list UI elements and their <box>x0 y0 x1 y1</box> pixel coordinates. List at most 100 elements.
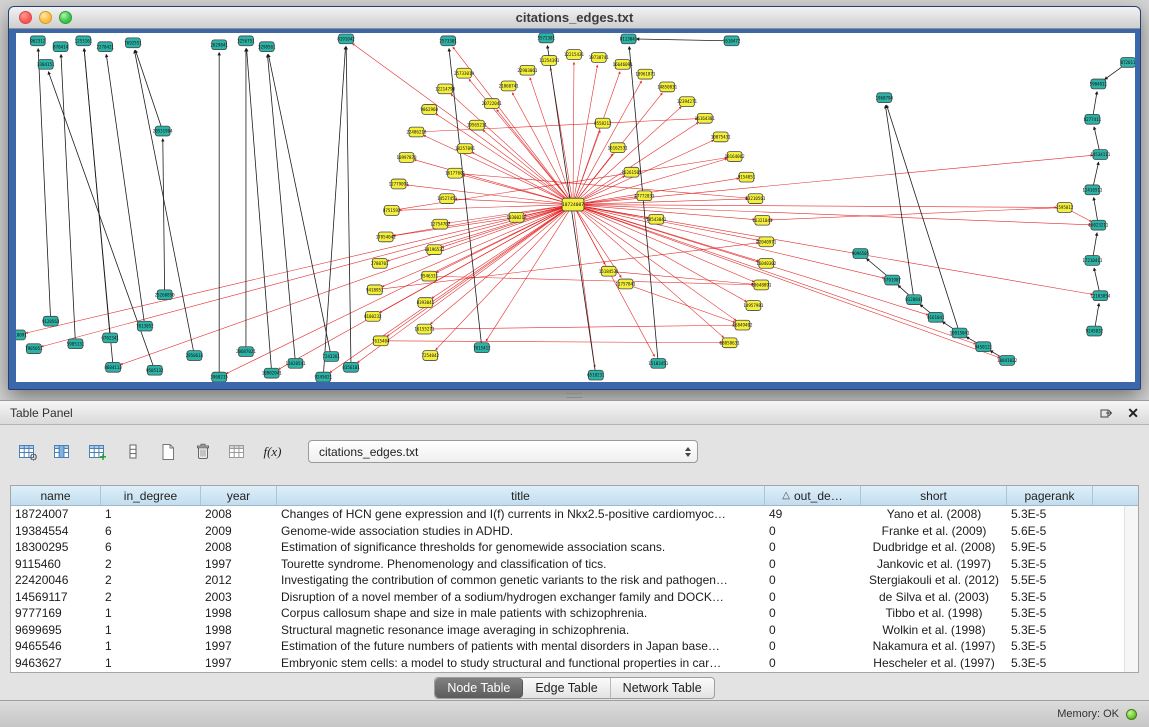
graph-edge[interactable] <box>226 205 573 374</box>
table-row[interactable]: 1830029562008Estimation of significance … <box>11 539 1138 556</box>
table-mode-icon[interactable]: ⚙ <box>14 439 41 464</box>
window-titlebar[interactable]: citations_edges.txt <box>9 7 1140 29</box>
graph-node-label: 17210411 <box>1082 258 1102 263</box>
graph-edge[interactable] <box>573 205 758 241</box>
graph-node-label: 14534111 <box>1090 152 1110 157</box>
table-cell: Franke et al. (2009) <box>861 524 1007 538</box>
graph-edge[interactable] <box>885 105 914 299</box>
graph-edge[interactable] <box>387 205 573 337</box>
graph-edge[interactable] <box>486 205 573 341</box>
table-row[interactable]: 969969511998Structural magnetic resonanc… <box>11 622 1138 639</box>
graph-edge[interactable] <box>636 39 731 41</box>
graph-node-label: 9120563 <box>42 319 60 324</box>
graph-edge[interactable] <box>346 47 351 368</box>
graph-edge[interactable] <box>626 284 735 323</box>
tab-network-table[interactable]: Network Table <box>611 678 714 698</box>
graph-edge[interactable] <box>455 173 747 198</box>
table-cell: 9463627 <box>11 656 101 670</box>
graph-edge[interactable] <box>394 205 574 236</box>
graph-edge[interactable] <box>573 205 976 345</box>
graph-edge[interactable] <box>394 217 517 235</box>
graph-edge[interactable] <box>323 47 345 377</box>
graph-node-label: 9862960 <box>421 107 439 112</box>
graph-edge[interactable] <box>469 79 573 204</box>
table-row[interactable]: 2242004622012Investigating the contribut… <box>11 572 1138 589</box>
graph-edge[interactable] <box>61 55 75 344</box>
graph-edge[interactable] <box>279 205 573 370</box>
graph-edge[interactable] <box>121 205 573 365</box>
graph-edge[interactable] <box>38 49 51 322</box>
table-cell: Hescheler et al. (1997) <box>861 656 1007 670</box>
graph-edge[interactable] <box>573 205 884 279</box>
network-graph[interactable]: 1872400776154048100232941895127807011785… <box>16 33 1135 382</box>
graph-edge[interactable] <box>573 205 928 315</box>
graph-edge[interactable] <box>573 205 595 368</box>
graph-edge[interactable] <box>573 199 747 205</box>
graph-edge[interactable] <box>573 154 613 205</box>
graph-edge[interactable] <box>267 55 295 364</box>
row-options-icon[interactable] <box>119 439 146 464</box>
graph-edge[interactable] <box>106 54 145 326</box>
column-header-title[interactable]: title <box>277 486 765 505</box>
network-canvas[interactable]: 1872400776154048100232941895127807011785… <box>16 33 1135 382</box>
graph-node-label: 7905051 <box>25 346 43 351</box>
panel-splitter[interactable] <box>0 390 1149 400</box>
graph-edge[interactable] <box>442 205 573 248</box>
column-header-out-de-[interactable]: △out_de… <box>765 486 861 505</box>
graph-node-label: 18257891 <box>455 146 475 151</box>
table-row[interactable]: 1938455462009Genome-wide association stu… <box>11 523 1138 540</box>
graph-edge[interactable] <box>573 205 724 338</box>
graph-node-label: 7615412 <box>473 345 491 350</box>
table-cell: 18724007 <box>11 507 101 521</box>
graph-edge[interactable] <box>135 50 162 131</box>
graph-edge[interactable] <box>381 341 722 343</box>
table-tabs-row: Node TableEdge TableNetwork Table <box>0 677 1149 699</box>
table-row[interactable]: 1456911722003Disruption of a novel membe… <box>11 589 1138 606</box>
create-column-icon[interactable]: + <box>84 439 111 464</box>
table-cell: Embryonic stem cells: a model to study s… <box>277 656 765 670</box>
close-panel-icon[interactable]: ✕ <box>1127 406 1139 420</box>
tab-node-table[interactable]: Node Table <box>435 678 523 698</box>
close-button[interactable] <box>19 11 32 24</box>
minimize-button[interactable] <box>39 11 52 24</box>
table-cell: 2 <box>101 590 201 604</box>
graph-edge[interactable] <box>429 276 753 285</box>
tab-edge-table[interactable]: Edge Table <box>523 678 610 698</box>
graph-edge[interactable] <box>163 139 165 295</box>
vertical-scrollbar[interactable] <box>1124 506 1138 672</box>
graph-edge[interactable] <box>247 49 272 374</box>
delete-table-icon[interactable] <box>189 439 216 464</box>
graph-edge[interactable] <box>432 205 573 299</box>
import-table-icon[interactable] <box>224 439 251 464</box>
graph-edge[interactable] <box>424 325 734 329</box>
show-columns-icon[interactable] <box>49 439 76 464</box>
table-row[interactable]: 977716911998Corpus callosum shape and si… <box>11 605 1138 622</box>
zoom-button[interactable] <box>59 11 72 24</box>
table-row[interactable]: 1872400712008Changes of HCN gene express… <box>11 506 1138 523</box>
table-row[interactable]: 946554611997Estimation of the future num… <box>11 638 1138 655</box>
function-builder-icon[interactable]: f(x) <box>259 439 286 464</box>
graph-edge[interactable] <box>84 49 113 368</box>
new-table-icon[interactable] <box>154 439 181 464</box>
graph-edge[interactable] <box>134 51 194 356</box>
graph-edge[interactable] <box>573 205 1000 358</box>
table-source-dropdown[interactable]: citations_edges.txt <box>308 440 698 463</box>
graph-node-label: 22040971 <box>756 239 776 244</box>
graph-edge[interactable] <box>573 131 600 205</box>
graph-node-label: 12416511 <box>1082 187 1102 192</box>
splitter-handle[interactable] <box>566 393 582 398</box>
graph-edge[interactable] <box>483 130 573 204</box>
graph-node-label: 14957981 <box>743 303 763 308</box>
table-row[interactable]: 946362711997Embryonic stem cells: a mode… <box>11 655 1138 672</box>
graph-edge[interactable] <box>268 54 331 356</box>
column-header-in-degree[interactable]: in_degree <box>101 486 201 505</box>
float-panel-icon[interactable] <box>1100 407 1113 419</box>
graph-edge[interactable] <box>387 205 573 262</box>
graph-edge[interactable] <box>573 205 1057 208</box>
column-header-short[interactable]: short <box>861 486 1007 505</box>
column-header-year[interactable]: year <box>201 486 277 505</box>
table-row[interactable]: 911546021997Tourette syndrome. Phenomeno… <box>11 556 1138 573</box>
graph-node-label: 18164062 <box>725 154 745 159</box>
column-header-pagerank[interactable]: pagerank <box>1007 486 1093 505</box>
column-header-name[interactable]: name <box>11 486 101 505</box>
